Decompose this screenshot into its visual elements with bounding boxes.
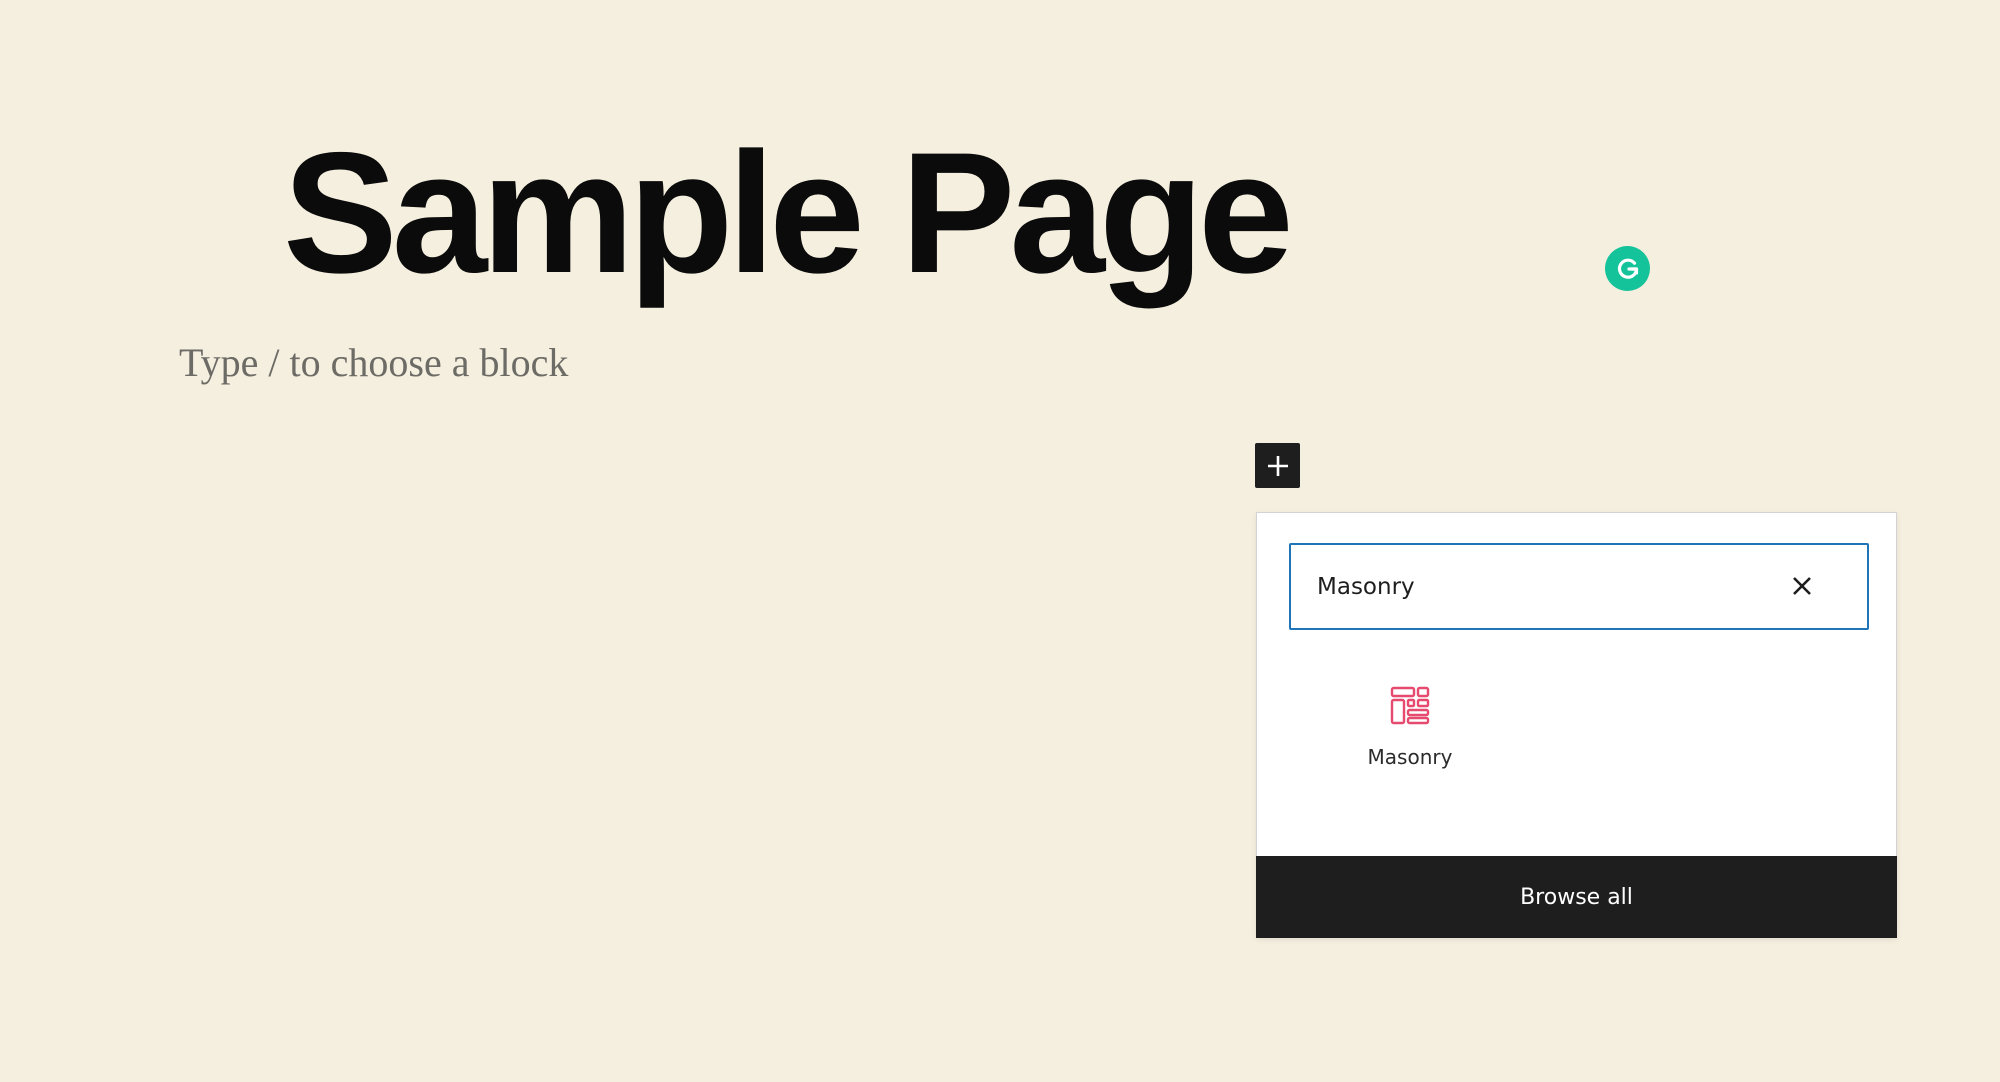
- block-result-label: Masonry: [1367, 745, 1453, 769]
- search-box: [1289, 543, 1869, 630]
- block-inserter-popover: Masonry Browse all: [1256, 512, 1897, 938]
- close-icon: [1793, 577, 1811, 595]
- block-placeholder[interactable]: Type / to choose a block: [179, 338, 568, 388]
- grammarly-icon[interactable]: [1605, 246, 1650, 291]
- add-block-button[interactable]: [1255, 443, 1300, 488]
- browse-all-button[interactable]: Browse all: [1256, 856, 1897, 938]
- plus-icon: [1267, 455, 1288, 476]
- grammarly-g-glyph: [1617, 258, 1638, 279]
- block-search-input[interactable]: [1317, 545, 1777, 628]
- block-result-masonry[interactable]: Masonry: [1325, 673, 1495, 783]
- clear-search-button[interactable]: [1787, 571, 1817, 601]
- masonry-layout-icon: [1390, 686, 1430, 725]
- page-title[interactable]: Sample Page: [283, 110, 1294, 316]
